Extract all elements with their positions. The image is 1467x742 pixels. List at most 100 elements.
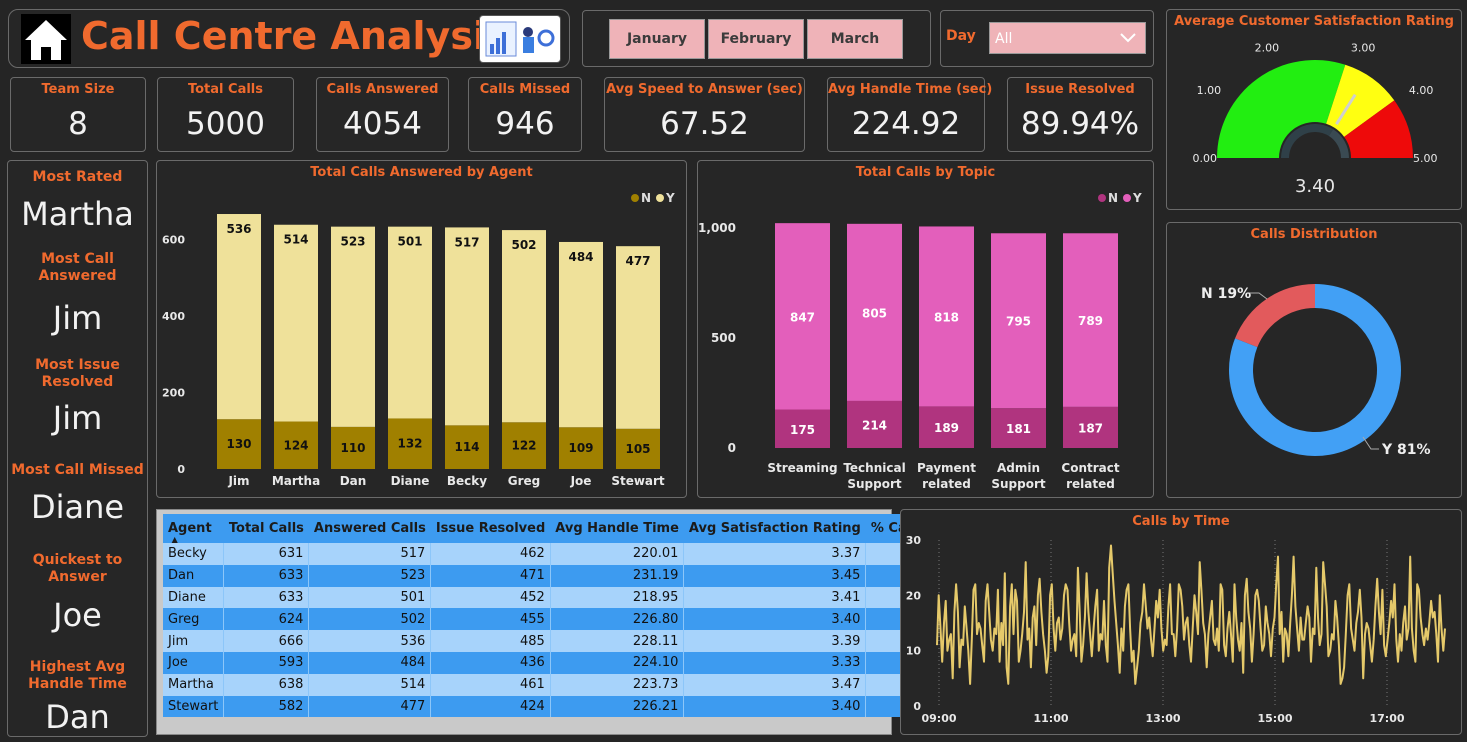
day-filter: Day All	[940, 10, 1154, 67]
x-tick-label: Contract related	[1061, 461, 1119, 491]
data-label-n: 181	[1006, 422, 1031, 436]
table-cell: Stewart	[163, 695, 225, 718]
bar-y[interactable]	[274, 224, 318, 422]
calls-by-time-chart: 0 10 20 30 09:00 11:00 13:00 15:00 17:00	[906, 534, 1446, 725]
table-cell: 638	[223, 673, 310, 696]
agent-bar-chart: N Y 0 200 400 600 130 536 Jim 124 514 Martha 110 52…	[162, 191, 675, 488]
data-label-y: 477	[625, 254, 650, 268]
kpi-calls-answered: Calls Answered 4054	[316, 77, 449, 152]
table-cell: 3.45	[683, 564, 867, 587]
kpi-label: Avg Speed to Answer (sec)	[606, 82, 803, 97]
x-tick-label: Martha	[272, 474, 320, 488]
table-cell: 502	[308, 608, 432, 631]
bar-y[interactable]	[445, 227, 489, 426]
table-cell: 228.11	[550, 630, 685, 652]
x-tick-label: 17:00	[1369, 712, 1404, 725]
table-cell: 514	[308, 673, 432, 696]
table-cell: Greg	[163, 608, 225, 631]
x-tick-label: Diane	[391, 474, 430, 488]
table-row[interactable]: Jim666536485228.113.3980.48%	[163, 630, 999, 652]
table-row[interactable]: Dan633523471231.193.4582.62%	[163, 564, 999, 587]
donut-leader-n	[1249, 292, 1268, 300]
column-header-avg-satisfaction[interactable]: Avg Satisfaction Rating	[683, 514, 866, 543]
y-tick-label: 1,000	[698, 221, 736, 235]
sidebar-label: Most Call Answered	[38, 251, 117, 284]
data-label-n: 130	[226, 437, 251, 451]
table-row[interactable]: Joe593484436224.103.3381.62%	[163, 651, 999, 674]
bar-y[interactable]	[559, 241, 603, 428]
table-row[interactable]: Greg624502455226.803.4080.45%	[163, 608, 999, 631]
bar-y[interactable]	[616, 246, 660, 429]
y-tick-label: 400	[162, 310, 185, 323]
table-cell: 223.73	[550, 673, 685, 696]
sidebar-value: Martha	[21, 195, 134, 233]
table-cell: 462	[430, 543, 551, 565]
sidebar-label: Quickest to Answer	[32, 552, 123, 585]
x-tick-label: 13:00	[1145, 712, 1180, 725]
table-cell: 3.40	[683, 608, 867, 631]
table-cell: 3.33	[683, 651, 867, 674]
kpi-calls-missed: Calls Missed 946	[468, 77, 582, 152]
data-label-y: 805	[862, 306, 887, 320]
bar-y[interactable]	[331, 226, 375, 427]
y-tick-label: 500	[711, 331, 736, 345]
column-header-total-calls[interactable]: Total Calls	[223, 514, 309, 543]
data-label-n: 114	[454, 440, 479, 454]
kpi-avg-speed-to-answer: Avg Speed to Answer (sec) 67.52	[604, 77, 805, 152]
column-header-avg-handle-time[interactable]: Avg Handle Time	[550, 514, 684, 543]
data-label-n: 105	[625, 442, 650, 456]
donut-label-n: N 19%	[1201, 286, 1251, 302]
agent-legend: N Y	[631, 191, 675, 205]
table-cell: 226.80	[550, 608, 685, 631]
x-tick-label: Joe	[570, 474, 592, 488]
data-label-y: 536	[226, 222, 251, 236]
table-row[interactable]: Becky631517462220.013.3781.93%	[163, 543, 999, 565]
kpi-label: Issue Resolved	[1025, 82, 1135, 97]
sidebar-label: Most Issue Resolved	[35, 357, 120, 390]
kpi-value: 89.94%	[1020, 106, 1140, 142]
table-cell: 501	[308, 586, 432, 609]
agent-table: Agent ▲ Total Calls Answered Calls Issue…	[163, 514, 999, 718]
table-row[interactable]: Stewart582477424226.213.4081.96%	[163, 695, 999, 718]
agent-table-panel: Agent ▲ Total Calls Answered Calls Issue…	[156, 509, 999, 735]
legend-swatch-n	[1098, 194, 1106, 202]
legend-swatch-y	[656, 194, 664, 202]
bar-y[interactable]	[217, 214, 261, 420]
calls-distribution-panel: Calls Distribution N 19% Y 81%	[1166, 222, 1462, 498]
day-dropdown[interactable]: All	[989, 22, 1146, 54]
table-cell: 3.37	[683, 543, 867, 565]
kpi-label: Team Size	[41, 82, 115, 97]
table-cell: Dan	[163, 564, 225, 587]
month-button-march[interactable]: March	[807, 19, 903, 59]
month-slicer: January February March	[582, 10, 931, 67]
y-tick-label: 600	[162, 233, 185, 246]
data-label-n: 175	[790, 423, 815, 437]
sidebar-highlights: Most Rated Martha Most Call Answered Jim…	[7, 160, 148, 737]
x-tick-label: 09:00	[921, 712, 956, 725]
sidebar-value: Joe	[53, 596, 102, 634]
column-header-agent[interactable]: Agent ▲	[163, 514, 224, 544]
month-button-january[interactable]: January	[609, 19, 705, 59]
data-label-y: 501	[397, 235, 422, 249]
data-label-n: 124	[283, 438, 308, 452]
calls-line[interactable]	[936, 544, 1446, 685]
bar-y[interactable]	[388, 226, 432, 419]
table-row[interactable]: Martha638514461223.733.4780.56%	[163, 673, 999, 696]
x-tick-label: Becky	[447, 474, 487, 488]
kpi-label: Calls Answered	[326, 82, 439, 97]
table-cell: Diane	[163, 586, 225, 609]
bar-y[interactable]	[502, 230, 546, 423]
column-header-issue-resolved[interactable]: Issue Resolved	[430, 514, 551, 543]
table-cell: 3.39	[683, 630, 867, 652]
gauge-band	[1217, 59, 1346, 158]
table-cell: 633	[223, 586, 310, 609]
table-cell: 471	[430, 564, 551, 587]
kpi-issue-resolved: Issue Resolved 89.94%	[1007, 77, 1153, 152]
column-header-answered-calls[interactable]: Answered Calls	[308, 514, 431, 543]
table-cell: 593	[223, 651, 310, 674]
home-icon[interactable]	[21, 14, 71, 64]
table-row[interactable]: Diane633501452218.953.4179.15%	[163, 586, 999, 609]
data-label-y: 484	[568, 250, 593, 264]
month-button-february[interactable]: February	[708, 19, 804, 59]
x-tick-label: Jim	[227, 474, 249, 488]
